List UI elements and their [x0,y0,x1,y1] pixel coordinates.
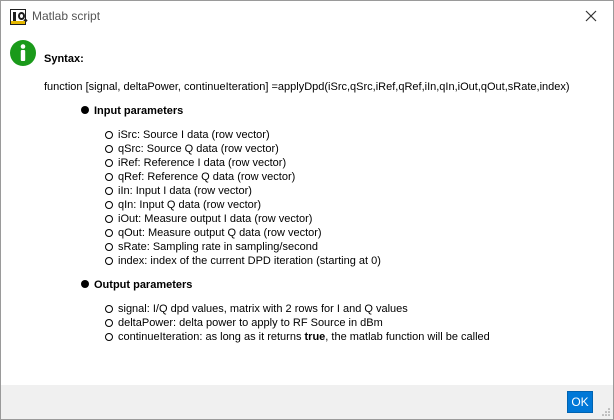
output-parameters-list: signal: I/Q dpd values, matrix with 2 ro… [105,302,490,344]
circle-bullet-icon [105,229,113,237]
dialog-footer: OK [1,385,613,419]
circle-bullet-icon [105,201,113,209]
list-item-text: qSrc: Source Q data (row vector) [118,143,279,155]
input-parameters-heading: Input parameters [81,105,183,117]
list-item: iRef: Reference I data (row vector) [105,156,381,170]
list-item-text: deltaPower: delta power to apply to RF S… [118,317,383,329]
list-item: signal: I/Q dpd values, matrix with 2 ro… [105,302,490,316]
continue-iteration-text: continueIteration: as long as it returns [118,331,305,343]
list-item: continueIteration: as long as it returns… [105,330,490,344]
circle-bullet-icon [105,159,113,167]
list-item: iIn: Input I data (row vector) [105,184,381,198]
list-item: qSrc: Source Q data (row vector) [105,142,381,156]
function-signature: function [signal, deltaPower, continueIt… [44,81,570,93]
list-item-text: iRef: Reference I data (row vector) [118,157,287,169]
circle-bullet-icon [105,145,113,153]
circle-bullet-icon [105,305,113,313]
bullet-icon [81,106,89,114]
circle-bullet-icon [105,319,113,327]
continue-iteration-suffix: , the matlab function will be called [325,331,490,343]
circle-bullet-icon [105,215,113,223]
ok-button[interactable]: OK [567,391,593,413]
bold-true-text: true [304,331,326,343]
circle-bullet-icon [105,173,113,181]
dialog-content: Syntax: function [signal, deltaPower, co… [1,31,613,385]
circle-bullet-icon [105,257,113,265]
circle-bullet-icon [105,333,113,341]
list-item: deltaPower: delta power to apply to RF S… [105,316,490,330]
resize-grip-icon[interactable] [601,407,611,417]
bullet-icon [81,280,89,288]
list-item-text: qIn: Input Q data (row vector) [118,199,262,211]
list-item: qIn: Input Q data (row vector) [105,198,381,212]
iq-logo-icon [10,9,26,25]
list-item-text: signal: I/Q dpd values, matrix with 2 ro… [118,303,408,315]
output-parameters-heading: Output parameters [81,279,192,291]
circle-bullet-icon [105,243,113,251]
list-item-text: iIn: Input I data (row vector) [118,185,252,197]
list-item: index: index of the current DPD iteratio… [105,254,381,268]
close-icon [585,10,597,22]
list-item: iSrc: Source I data (row vector) [105,128,381,142]
circle-bullet-icon [105,187,113,195]
list-item-text: sRate: Sampling rate in sampling/second [118,241,318,253]
syntax-label: Syntax: [44,53,84,65]
list-item-text: iSrc: Source I data (row vector) [118,129,270,141]
circle-bullet-icon [105,131,113,139]
input-parameters-list: iSrc: Source I data (row vector) qSrc: S… [105,128,381,268]
title-bar: Matlab script [1,1,613,31]
list-item: qOut: Measure output Q data (row vector) [105,226,381,240]
info-icon [10,40,36,66]
list-item-text: iOut: Measure output I data (row vector) [118,213,313,225]
list-item: sRate: Sampling rate in sampling/second [105,240,381,254]
window-title: Matlab script [32,9,101,23]
list-item: iOut: Measure output I data (row vector) [105,212,381,226]
output-parameters-title: Output parameters [94,279,193,291]
input-parameters-title: Input parameters [94,105,184,117]
list-item: qRef: Reference Q data (row vector) [105,170,381,184]
close-button[interactable] [571,1,611,31]
matlab-script-dialog: Matlab script Syntax: function [signal, … [0,0,614,420]
list-item-text: index: index of the current DPD iteratio… [118,255,381,267]
list-item-text: qRef: Reference Q data (row vector) [118,171,296,183]
list-item-text: qOut: Measure output Q data (row vector) [118,227,322,239]
